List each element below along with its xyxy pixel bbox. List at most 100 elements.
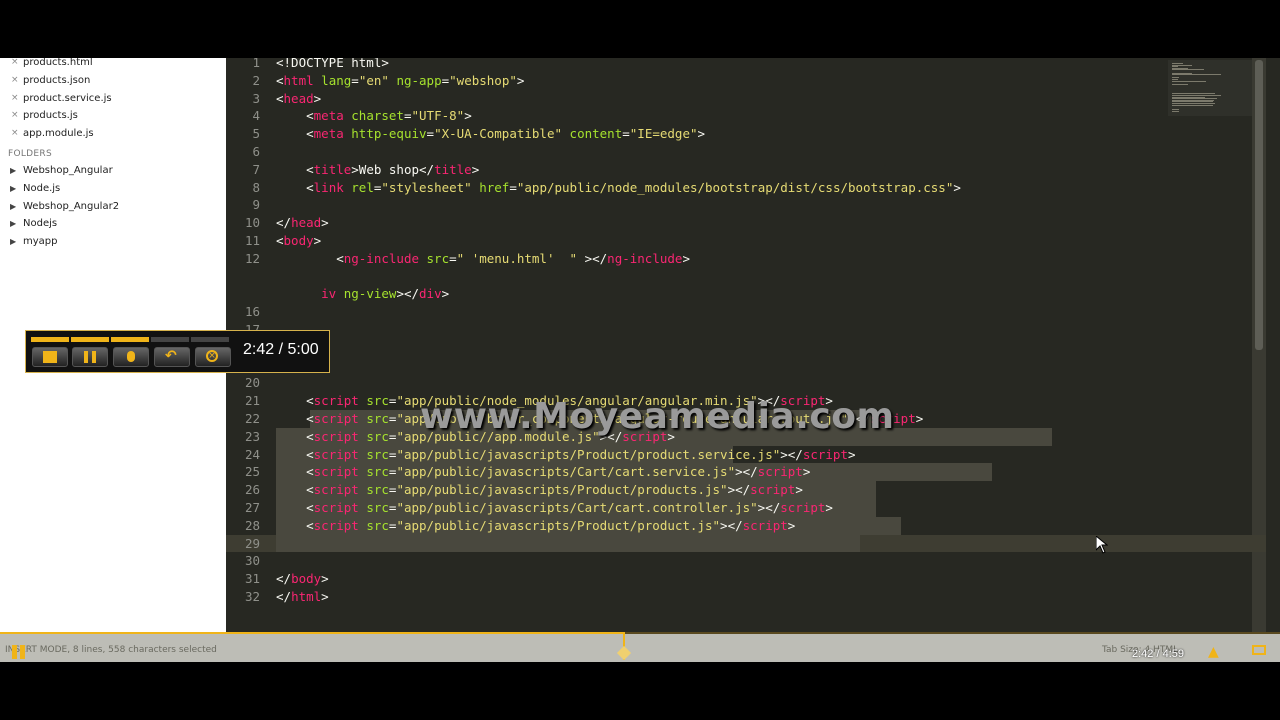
code-line[interactable]: <!DOCTYPE html> — [276, 58, 389, 72]
player-time: 2:42 / 4:59 — [1132, 648, 1184, 660]
recorder-progress-segment — [71, 337, 109, 342]
minimap-line — [1172, 80, 1206, 82]
recorder-progress-segment — [151, 337, 189, 342]
line-number: 8 — [252, 179, 260, 195]
folder-item[interactable]: ▶ Nodejs — [0, 215, 226, 232]
code-line[interactable]: <body> — [276, 232, 321, 250]
code-line[interactable]: <html lang="en" ng-app="webshop"> — [276, 72, 524, 90]
close-icon[interactable]: × — [11, 90, 19, 107]
folder-item[interactable]: ▶ Node.js — [0, 180, 226, 197]
open-file-item[interactable]: × product.service.js — [0, 90, 226, 107]
minimap-line — [1172, 104, 1213, 106]
line-number: 22 — [244, 411, 260, 426]
close-icon[interactable]: × — [11, 72, 19, 89]
pause-button[interactable] — [72, 347, 108, 367]
line-number: 5 — [252, 126, 260, 142]
stop-button[interactable] — [32, 347, 68, 367]
code-line[interactable]: <script src="app/public/javascripts/Cart… — [276, 499, 833, 517]
recorder-progress — [31, 337, 231, 342]
open-file-label: products.json — [23, 74, 91, 86]
folder-label: Nodejs — [23, 218, 58, 230]
close-icon[interactable]: × — [11, 58, 19, 71]
line-number: 9 — [252, 197, 260, 213]
microphone-button[interactable] — [113, 347, 149, 367]
player-pause-button[interactable] — [12, 644, 28, 663]
close-icon[interactable]: × — [11, 125, 19, 142]
undo-button[interactable]: ↶ — [154, 347, 190, 367]
line-number: 10 — [244, 215, 260, 231]
scrollbar-thumb[interactable] — [1255, 60, 1263, 350]
player-seek-bar[interactable] — [0, 632, 1280, 634]
line-number: 31 — [244, 571, 260, 587]
line-number — [226, 268, 260, 286]
cancel-button[interactable]: × — [195, 347, 231, 367]
folder-label: myapp — [23, 236, 58, 248]
open-file-item[interactable]: × products.json — [0, 72, 226, 89]
open-file-item[interactable]: × products.html — [0, 58, 226, 71]
minimap[interactable] — [1168, 60, 1252, 116]
folder-item[interactable]: ▶ Webshop_Angular2 — [0, 198, 226, 215]
folder-item[interactable]: ▶ Webshop_Angular — [0, 162, 226, 179]
line-number: 3 — [252, 90, 260, 106]
minimap-line — [1172, 83, 1188, 85]
volume-icon[interactable]: ▲ — [1208, 644, 1219, 660]
code-line[interactable]: <script src="app/public/javascripts/Prod… — [276, 481, 803, 499]
line-number: 16 — [244, 304, 260, 320]
code-line[interactable]: <meta charset="UTF-8"> — [276, 107, 472, 125]
minimap-line — [1172, 111, 1179, 112]
line-number: 32 — [244, 589, 260, 604]
folder-item[interactable]: ▶ myapp — [0, 233, 226, 250]
fullscreen-icon[interactable] — [1252, 645, 1266, 655]
expand-triangle-icon[interactable]: ▶ — [10, 215, 16, 232]
expand-triangle-icon[interactable]: ▶ — [10, 198, 16, 215]
open-file-label: app.module.js — [23, 128, 94, 140]
code-line[interactable]: </html> — [276, 588, 329, 606]
line-number — [226, 285, 260, 303]
player-seek-fill — [0, 632, 623, 634]
open-file-item[interactable]: × app.module.js — [0, 125, 226, 142]
line-number: 1 — [252, 58, 260, 70]
line-number: 28 — [244, 517, 260, 533]
folder-label: Webshop_Angular2 — [23, 200, 120, 212]
recorder-progress-segment — [191, 337, 229, 342]
code-line[interactable]: <meta http-equiv="X-UA-Compatible" conte… — [276, 125, 705, 143]
cancel-icon: × — [206, 350, 218, 362]
expand-triangle-icon[interactable]: ▶ — [10, 162, 16, 179]
code-line[interactable]: <script src="app/public/javascripts/Cart… — [276, 463, 810, 481]
line-number: 2 — [252, 72, 260, 88]
undo-icon: ↶ — [165, 348, 177, 364]
open-file-label: products.html — [23, 58, 93, 68]
line-number: 4 — [252, 108, 260, 124]
line-number: 11 — [244, 233, 260, 248]
status-text: INSERT MODE, 8 lines, 558 characters sel… — [5, 645, 217, 655]
expand-triangle-icon[interactable]: ▶ — [10, 233, 16, 250]
line-number: 26 — [244, 482, 260, 498]
close-icon[interactable]: × — [11, 107, 19, 124]
folder-label: Webshop_Angular — [23, 165, 113, 176]
code-line[interactable]: <script src="app/public/javascripts/Prod… — [276, 446, 855, 464]
open-file-item[interactable]: × products.js — [0, 107, 226, 124]
folders-title: FOLDERS — [8, 149, 52, 159]
line-number: 27 — [244, 500, 260, 515]
code-line[interactable]: <ng-include src=" 'menu.html' " ></ng-in… — [276, 250, 690, 268]
code-line[interactable]: </body> — [276, 570, 329, 588]
code-line[interactable]: <title>Web shop</title> — [276, 161, 479, 179]
code-line[interactable]: <head> — [276, 90, 321, 108]
recorder-time: 2:42 / 5:00 — [243, 341, 319, 358]
line-number: 21 — [244, 393, 260, 409]
code-editor[interactable]: 1 <!DOCTYPE html> 2 <html lang="en" ng-app=… — [226, 58, 1266, 632]
screen-recorder-widget[interactable]: ↶ × 2:42 / 5:00 — [25, 330, 330, 373]
stop-icon — [43, 351, 57, 363]
line-number: 29 — [244, 535, 260, 551]
expand-triangle-icon[interactable]: ▶ — [10, 180, 16, 197]
code-line[interactable]: <link rel="stylesheet" href="app/public/… — [276, 179, 961, 197]
line-number: 12 — [244, 250, 260, 266]
code-line[interactable]: iv ng-view></div> — [276, 285, 449, 303]
text-selection — [276, 534, 860, 553]
line-number: 6 — [252, 144, 260, 159]
screen-frame: × products.html × products.json × product.ser… — [0, 58, 1280, 662]
line-number: 30 — [244, 553, 260, 569]
open-file-label: product.service.js — [23, 92, 112, 104]
code-line[interactable]: </head> — [276, 214, 329, 232]
code-line[interactable]: <script src="app/public/javascripts/Prod… — [276, 517, 795, 535]
